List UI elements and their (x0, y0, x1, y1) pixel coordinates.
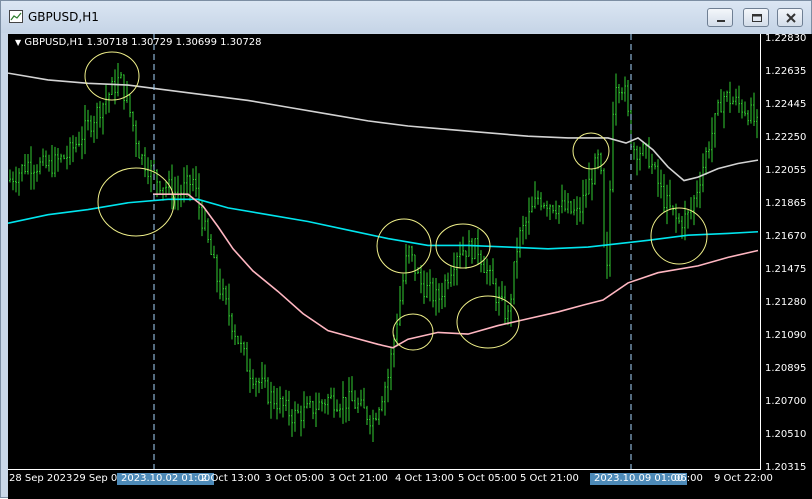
minimize-button[interactable] (707, 8, 733, 27)
price-label: 1.21090 (765, 330, 807, 341)
chart-window: GBPUSD,H1 ▼ GBPUSD,H1 1.30718 1.30729 1.… (0, 0, 812, 499)
price-chart[interactable]: ▼ GBPUSD,H1 1.30718 1.30729 1.30699 1.30… (8, 33, 812, 499)
price-label: 1.20700 (765, 396, 807, 407)
highlight-circle (456, 295, 520, 349)
moving-average-slow (8, 72, 759, 182)
close-icon (786, 13, 796, 23)
price-label: 1.21670 (765, 231, 807, 242)
highlight-circle (376, 218, 432, 274)
time-label: 06:00 (674, 473, 703, 484)
highlight-circle (392, 313, 434, 351)
price-label: 1.22055 (765, 165, 807, 176)
price-label: 1.21475 (765, 264, 807, 275)
moving-average-mid (8, 198, 759, 250)
time-label: 2 Oct 13:00 (201, 473, 260, 484)
chart-canvas[interactable] (8, 34, 812, 499)
price-label: 1.22830 (765, 33, 807, 44)
maximize-button[interactable] (743, 8, 769, 27)
price-label: 1.20895 (765, 363, 807, 374)
chart-window-icon (9, 10, 23, 23)
price-label: 1.21865 (765, 198, 807, 209)
time-axis[interactable] (8, 469, 760, 470)
crosshair-time-label: 2023.10.02 01:00 (117, 473, 215, 485)
price-label: 1.22250 (765, 132, 807, 143)
maximize-icon (752, 14, 762, 22)
time-label: 3 Oct 05:00 (265, 473, 324, 484)
time-label: 9 Oct 22:00 (714, 473, 773, 484)
price-label: 1.22635 (765, 66, 807, 77)
window-title: GBPUSD,H1 (28, 10, 99, 24)
time-label: 5 Oct 05:00 (458, 473, 517, 484)
crosshair-time-label: 2023.10.09 01:00 (590, 473, 688, 485)
time-label: 4 Oct 13:00 (395, 473, 454, 484)
close-button[interactable] (777, 8, 803, 27)
price-label: 1.21280 (765, 297, 807, 308)
time-label: 5 Oct 21:00 (520, 473, 579, 484)
symbol-info: ▼ GBPUSD,H1 1.30718 1.30729 1.30699 1.30… (15, 37, 262, 48)
symbol-ohlc-text: GBPUSD,H1 1.30718 1.30729 1.30699 1.3072… (24, 37, 262, 48)
time-label: 28 Sep 2023 (9, 473, 73, 484)
title-bar[interactable]: GBPUSD,H1 (1, 1, 811, 33)
minimize-icon (717, 20, 725, 22)
symbol-dropdown-icon[interactable]: ▼ (15, 38, 21, 47)
price-label: 1.22445 (765, 99, 807, 110)
time-label: 3 Oct 21:00 (329, 473, 388, 484)
price-label: 1.20510 (765, 429, 807, 440)
